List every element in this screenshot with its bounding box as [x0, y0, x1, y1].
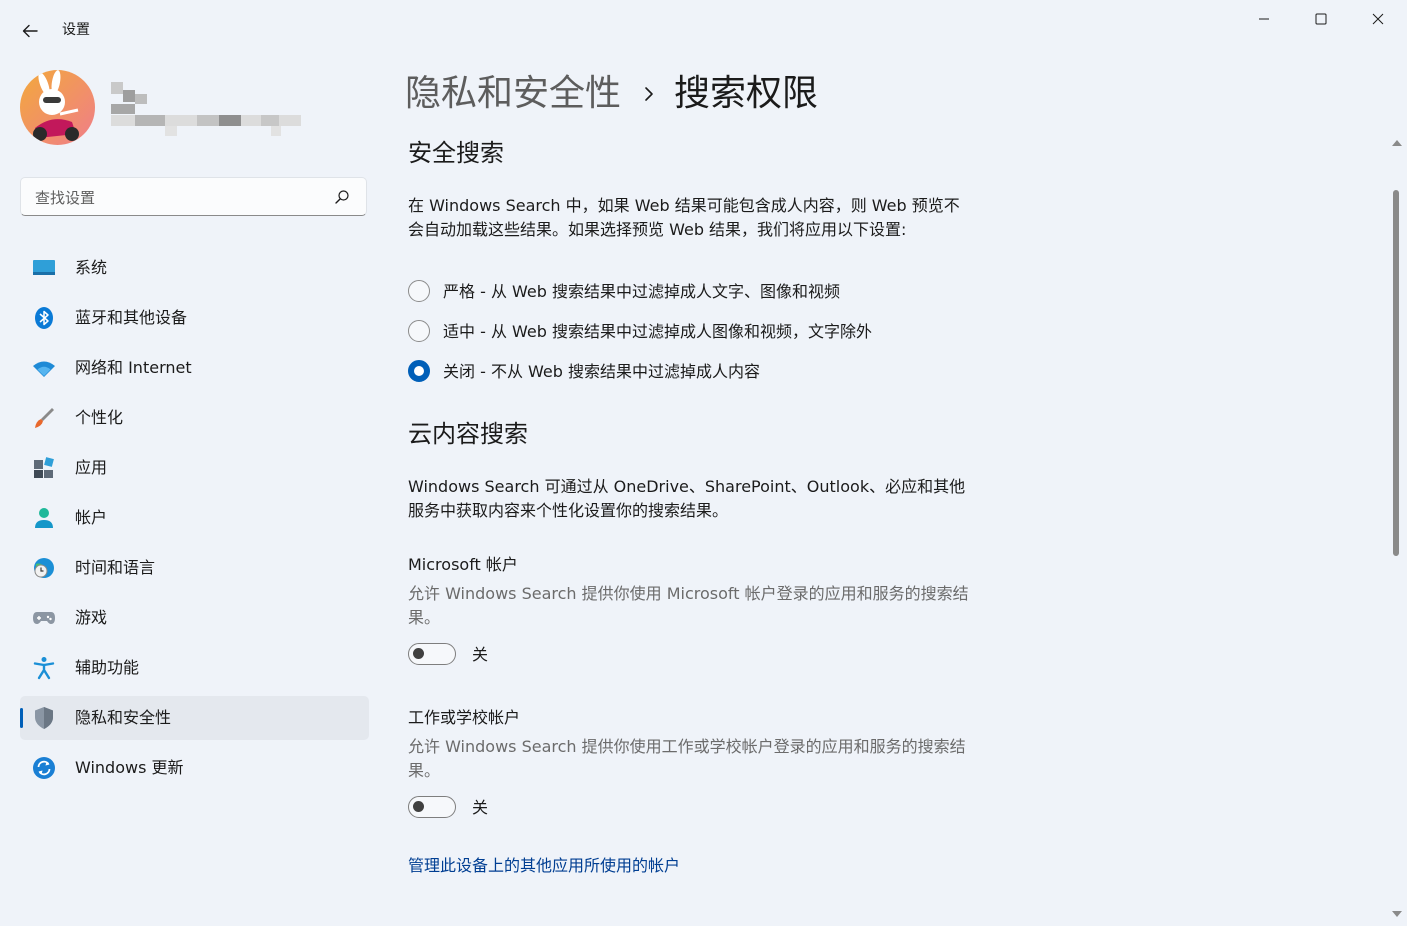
toggle-knob — [413, 801, 424, 812]
sidebar-item-system[interactable]: 系统 — [20, 246, 369, 290]
close-icon — [1372, 13, 1384, 25]
apps-icon — [34, 457, 54, 478]
sidebar-item-label: 个性化 — [75, 408, 124, 427]
account-name-blurred — [111, 82, 301, 136]
radio-strict[interactable]: 严格 - 从 Web 搜索结果中过滤掉成人文字、图像和视频 — [408, 280, 928, 306]
radio-off[interactable]: 关闭 - 不从 Web 搜索结果中过滤掉成人内容 — [408, 360, 928, 386]
work-account-toggle-state: 关 — [472, 798, 489, 817]
avatar[interactable] — [20, 70, 95, 145]
chevron-right-icon — [645, 87, 653, 101]
app-title: 设置 — [62, 22, 90, 38]
breadcrumb-parent[interactable]: 隐私和安全性 — [405, 70, 621, 118]
radio-label: 适中 - 从 Web 搜索结果中过滤掉成人图像和视频，文字除外 — [443, 322, 873, 341]
sidebar-item-label: Windows 更新 — [75, 758, 184, 777]
sidebar-item-accounts[interactable]: 帐户 — [20, 496, 369, 540]
brush-icon — [35, 408, 54, 428]
selection-indicator — [20, 708, 23, 728]
sidebar-item-label: 系统 — [75, 258, 108, 277]
microsoft-account-toggle-state: 关 — [472, 645, 489, 664]
shield-icon — [35, 707, 53, 729]
sidebar-item-personalization[interactable]: 个性化 — [20, 396, 369, 440]
sidebar-item-windows-update[interactable]: Windows 更新 — [20, 746, 369, 790]
accessibility-icon — [33, 657, 55, 680]
wifi-icon — [33, 361, 55, 377]
work-account-description: 允许 Windows Search 提供你使用工作或学校帐户登录的应用和服务的搜… — [408, 737, 966, 780]
sidebar-item-bluetooth[interactable]: 蓝牙和其他设备 — [20, 296, 369, 340]
minimize-icon — [1259, 18, 1269, 20]
search-icon[interactable] — [334, 189, 350, 205]
microsoft-account-toggle[interactable] — [408, 643, 456, 665]
toggle-knob — [413, 648, 424, 659]
radio-label: 严格 - 从 Web 搜索结果中过滤掉成人文字、图像和视频 — [443, 282, 841, 301]
microsoft-account-description: 允许 Windows Search 提供你使用 Microsoft 帐户登录的应… — [408, 584, 969, 627]
sidebar-item-privacy-security[interactable]: 隐私和安全性 — [20, 696, 369, 740]
account-icon — [35, 508, 53, 528]
system-icon — [33, 260, 55, 275]
sidebar-item-label: 游戏 — [75, 608, 108, 627]
radio-button[interactable] — [408, 320, 430, 342]
search-input[interactable] — [33, 185, 327, 211]
manage-accounts-link[interactable]: 管理此设备上的其他应用所使用的帐户 — [408, 854, 680, 878]
sidebar-item-gaming[interactable]: 游戏 — [20, 596, 369, 640]
maximize-button[interactable] — [1301, 6, 1341, 32]
work-account-toggle[interactable] — [408, 796, 456, 818]
safe-search-description: 在 Windows Search 中，如果 Web 结果可能包含成人内容，则 W… — [408, 196, 960, 239]
sidebar-item-label: 辅助功能 — [75, 658, 140, 677]
back-arrow-icon — [22, 24, 38, 38]
time-language-icon — [34, 558, 54, 578]
sidebar-item-accessibility[interactable]: 辅助功能 — [20, 646, 369, 690]
radio-button[interactable] — [408, 280, 430, 302]
sidebar-item-label: 应用 — [75, 458, 108, 477]
safe-search-heading: 安全搜索 — [408, 139, 504, 167]
page-title: 搜索权限 — [674, 73, 819, 114]
sidebar-item-label: 网络和 Internet — [75, 358, 192, 377]
radio-moderate[interactable]: 适中 - 从 Web 搜索结果中过滤掉成人图像和视频，文字除外 — [408, 320, 928, 346]
sidebar-item-label: 帐户 — [75, 508, 108, 527]
windows-update-icon — [33, 757, 55, 779]
scroll-down-arrow-icon[interactable] — [1391, 909, 1403, 919]
minimize-button[interactable] — [1244, 6, 1284, 32]
avatar-image — [20, 70, 95, 145]
sidebar-item-label: 隐私和安全性 — [75, 708, 172, 727]
bluetooth-icon — [35, 307, 53, 329]
sidebar-item-apps[interactable]: 应用 — [20, 446, 369, 490]
radio-label: 关闭 - 不从 Web 搜索结果中过滤掉成人内容 — [443, 362, 761, 381]
close-button[interactable] — [1358, 6, 1398, 32]
microsoft-account-title: Microsoft 帐户 — [408, 555, 518, 574]
scrollbar-thumb[interactable] — [1393, 190, 1399, 556]
settings-search-box[interactable] — [20, 177, 367, 216]
cloud-search-heading: 云内容搜索 — [408, 420, 528, 448]
sidebar-item-label: 时间和语言 — [75, 558, 156, 577]
maximize-icon — [1315, 13, 1327, 25]
back-button[interactable] — [18, 20, 44, 42]
scroll-up-arrow-icon[interactable] — [1391, 138, 1403, 148]
sidebar-item-time-language[interactable]: 时间和语言 — [20, 546, 369, 590]
work-account-title: 工作或学校帐户 — [408, 708, 521, 727]
cloud-search-description: Windows Search 可通过从 OneDrive、SharePoint、… — [408, 477, 966, 520]
sidebar-item-network[interactable]: 网络和 Internet — [20, 346, 369, 390]
radio-button-checked[interactable] — [408, 360, 430, 382]
gamepad-icon — [33, 612, 55, 624]
sidebar-item-label: 蓝牙和其他设备 — [75, 308, 188, 327]
